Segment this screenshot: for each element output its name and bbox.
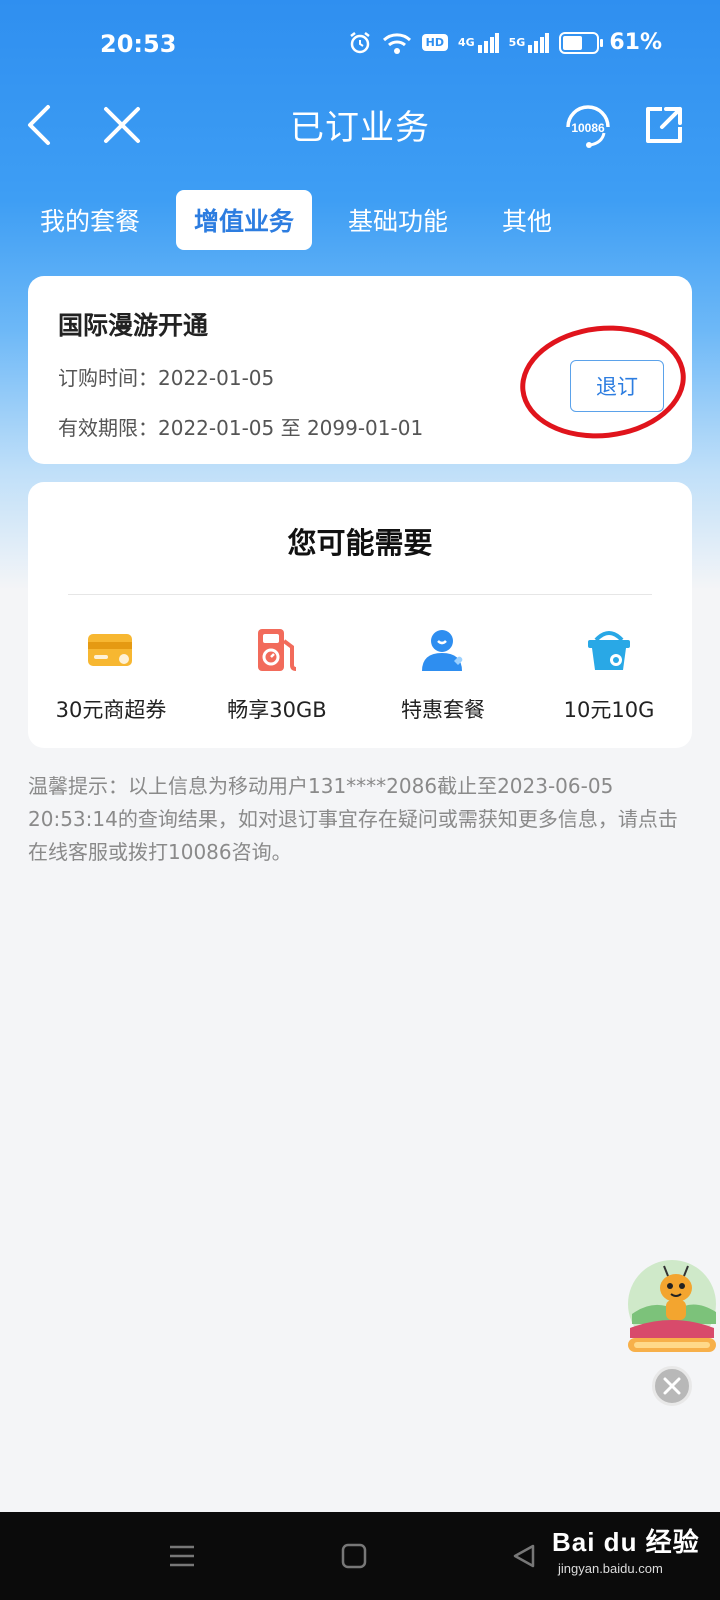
signal-5g-icon: 5G — [508, 32, 550, 53]
battery-icon — [559, 31, 604, 54]
close-icon — [663, 1377, 681, 1395]
home-square-icon — [341, 1543, 367, 1569]
battery-percent: 61% — [609, 30, 662, 55]
alarm-icon — [348, 31, 372, 55]
net-label-4g: 4G — [457, 36, 475, 49]
tab-basic-functions[interactable]: 基础功能 — [330, 190, 466, 250]
service-number: 10086 — [571, 121, 605, 135]
signal-4g-icon: 4G — [457, 32, 499, 53]
watermark-sub: jingyan.baidu.com — [558, 1561, 663, 1576]
status-time: 20:53 — [100, 30, 177, 58]
subscription-name: 国际漫游开通 — [58, 311, 209, 340]
recommend-label: 特惠套餐 — [401, 698, 485, 722]
triangle-back-icon — [513, 1544, 535, 1568]
hd-label: HD — [421, 34, 448, 51]
battery-fill — [563, 35, 583, 50]
valid-period-label: 有效期限： — [58, 416, 158, 440]
floating-mascot-banner[interactable] — [624, 1258, 720, 1358]
notice-text: 温馨提示：以上信息为移动用户131****2086截止至2023-06-05 2… — [28, 774, 678, 864]
app-header: 已订业务 10086 — [0, 92, 720, 162]
tab-other[interactable]: 其他 — [484, 190, 570, 250]
watermark-main: Bai du 经验 — [552, 1527, 700, 1557]
headset-icon: 10086 — [566, 105, 610, 148]
tab-value-added[interactable]: 增值业务 — [176, 190, 313, 250]
basket-icon — [581, 622, 637, 678]
tab-bar: 我的套餐 增值业务 基础功能 其他 — [22, 190, 588, 250]
wifi-icon — [382, 31, 412, 55]
order-time-value: 2022-01-05 — [158, 366, 275, 390]
recommend-item-plan[interactable]: 特惠套餐 — [360, 622, 526, 724]
mascot-close-button[interactable] — [652, 1366, 692, 1406]
valid-period-value: 2022-01-05 至 2099-01-01 — [158, 416, 424, 440]
unsubscribe-button[interactable]: 退订 — [570, 360, 664, 412]
net-label-5g: 5G — [508, 36, 526, 49]
hd-icon: HD — [421, 34, 448, 51]
user-heart-icon — [415, 622, 471, 678]
coupon-card-icon — [83, 622, 139, 678]
tab-my-plan[interactable]: 我的套餐 — [22, 190, 158, 250]
subscription-card: 国际漫游开通 订购时间：2022-01-05 有效期限：2022-01-05 至… — [28, 276, 692, 464]
status-bar: 20:53 HD 4G 5G 61% — [0, 0, 720, 92]
menu-icon — [170, 1545, 194, 1567]
mascot-icon — [628, 1260, 716, 1352]
recommend-item-10g[interactable]: 10元10G — [526, 622, 692, 724]
recommend-label: 畅享30GB — [227, 698, 327, 722]
nav-back-button[interactable] — [502, 1534, 546, 1578]
customer-service-button[interactable]: 10086 — [560, 97, 616, 153]
nav-home-button[interactable] — [332, 1534, 376, 1578]
recommendation-title: 您可能需要 — [287, 526, 433, 560]
nav-menu-button[interactable] — [160, 1534, 204, 1578]
valid-period-row: 有效期限：2022-01-05 至 2099-01-01 — [58, 412, 423, 441]
fuel-pump-icon — [249, 622, 305, 678]
recommend-label: 30元商超券 — [55, 698, 167, 722]
divider — [68, 594, 652, 595]
battery-shape — [559, 31, 604, 54]
order-time-label: 订购时间： — [58, 366, 158, 390]
recommend-item-coupon[interactable]: 30元商超券 — [28, 622, 194, 724]
share-button[interactable] — [636, 97, 692, 153]
share-icon — [646, 107, 682, 143]
status-icons: HD 4G 5G 61% — [348, 30, 662, 55]
watermark: Bai du 经验 jingyan.baidu.com — [552, 1522, 700, 1576]
recommend-item-data[interactable]: 畅享30GB — [194, 622, 360, 724]
order-time-row: 订购时间：2022-01-05 — [58, 362, 274, 391]
recommend-label: 10元10G — [563, 698, 655, 722]
recommendation-card: 您可能需要 30元商超券 畅享30GB 特惠套餐 10元10G — [28, 482, 692, 748]
